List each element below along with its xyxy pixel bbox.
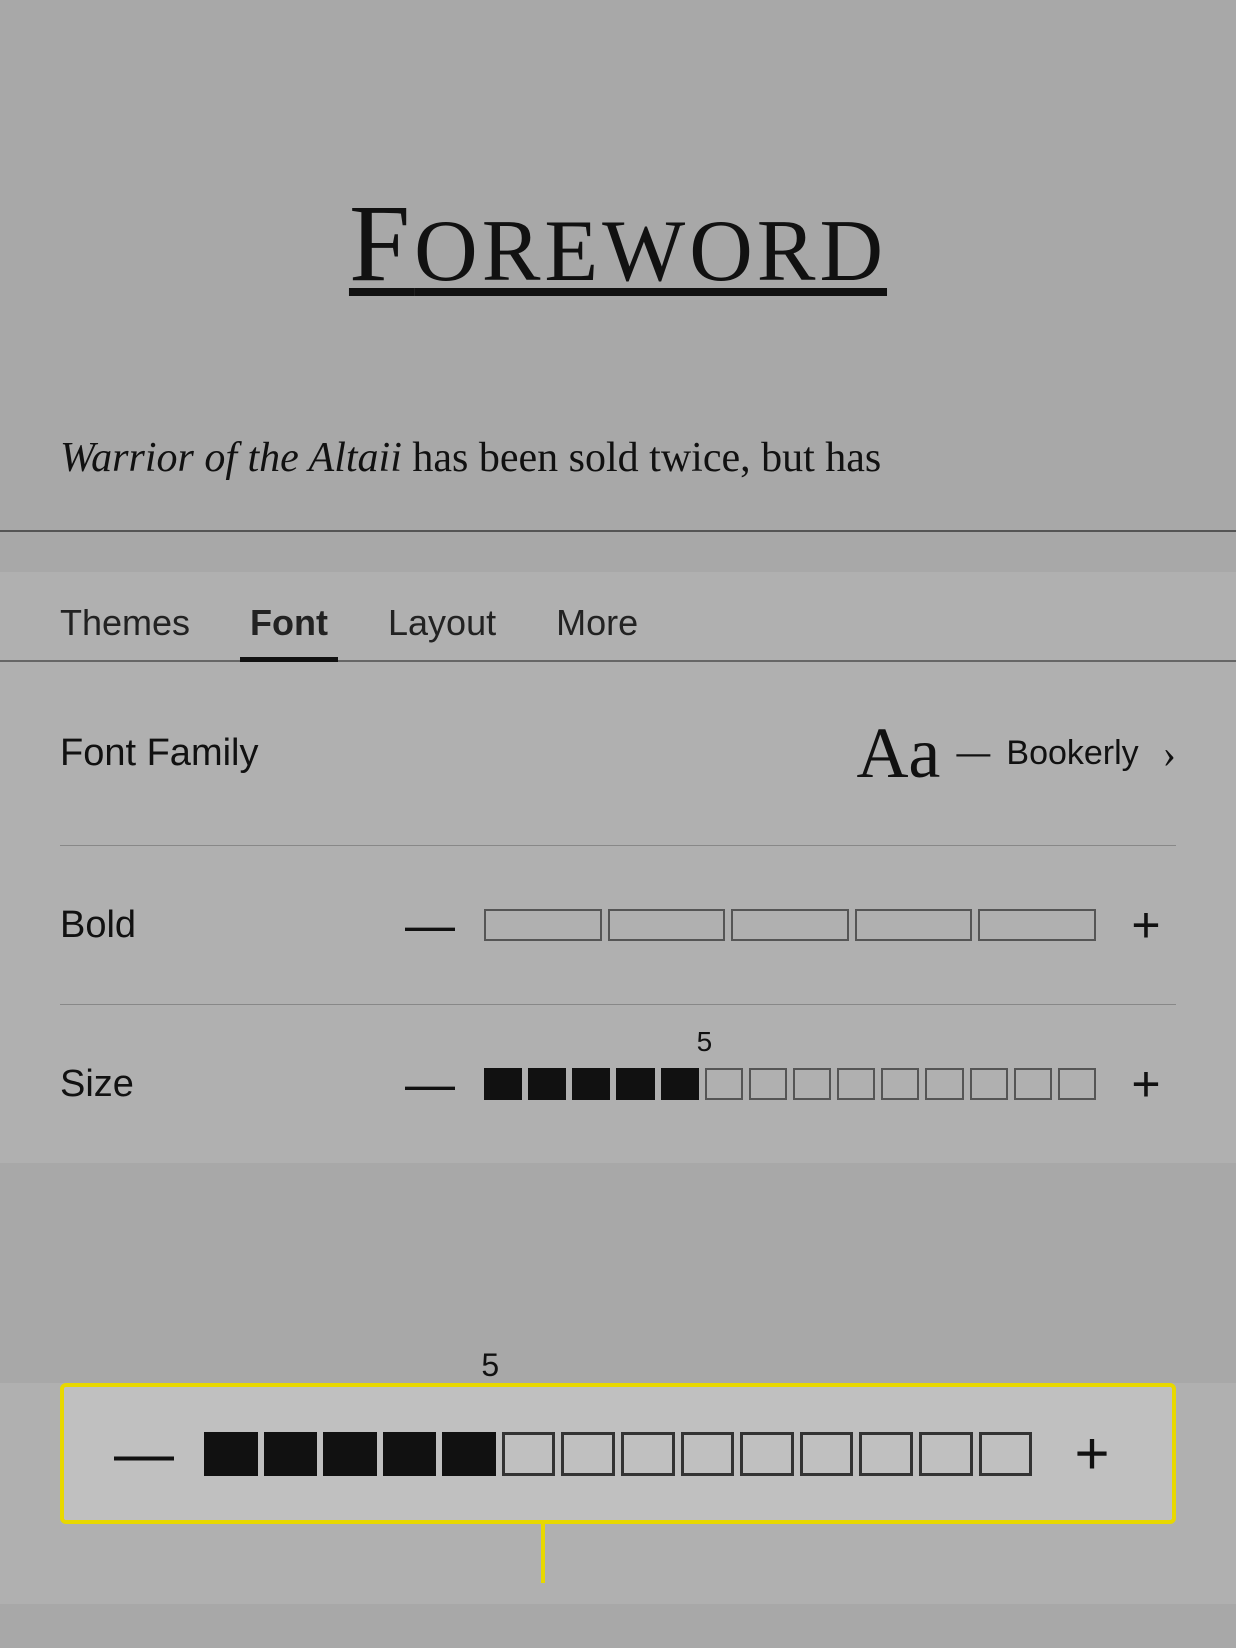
bold-seg-4 <box>855 909 973 941</box>
book-content-area: FOREWORD Warrior of the Altaii has been … <box>0 0 1236 572</box>
size-seg-13 <box>1014 1068 1052 1100</box>
bold-seg-1 <box>484 909 602 941</box>
zoom-slider-track[interactable] <box>204 1432 1032 1476</box>
zoom-seg-7 <box>561 1432 615 1476</box>
font-dash: — <box>956 734 990 773</box>
size-seg-10 <box>881 1068 919 1100</box>
bold-stepper: — + <box>280 896 1176 954</box>
tab-themes[interactable]: Themes <box>30 584 220 660</box>
bold-seg-3 <box>731 909 849 941</box>
zoom-seg-2 <box>264 1432 318 1476</box>
zoom-seg-9 <box>681 1432 735 1476</box>
size-seg-5 <box>661 1068 699 1100</box>
zoom-seg-14 <box>979 1432 1033 1476</box>
size-plus-button[interactable]: + <box>1116 1055 1176 1113</box>
zoom-seg-5 <box>442 1432 496 1476</box>
font-family-row: Font Family Aa — Bookerly › <box>60 662 1176 846</box>
bold-minus-button[interactable]: — <box>400 896 460 954</box>
size-value-label: 5 <box>697 1026 713 1058</box>
size-seg-11 <box>925 1068 963 1100</box>
zoom-seg-8 <box>621 1432 675 1476</box>
zoom-value-label: 5 <box>481 1347 499 1384</box>
size-seg-9 <box>837 1068 875 1100</box>
zoom-seg-13 <box>919 1432 973 1476</box>
size-seg-2 <box>528 1068 566 1100</box>
tab-font[interactable]: Font <box>220 584 358 660</box>
font-family-right: Aa — Bookerly › <box>856 712 1176 795</box>
bold-row: Bold — + <box>60 846 1176 1005</box>
zoom-seg-6 <box>502 1432 556 1476</box>
size-slider-container: 5 <box>484 1068 1096 1100</box>
zoom-seg-10 <box>740 1432 794 1476</box>
tab-more[interactable]: More <box>526 584 668 660</box>
zoom-seg-4 <box>383 1432 437 1476</box>
settings-panel: Font Family Aa — Bookerly › Bold — + Siz… <box>0 662 1236 1163</box>
zoom-plus-button[interactable]: + <box>1052 1419 1132 1488</box>
size-seg-1 <box>484 1068 522 1100</box>
size-slider-track[interactable] <box>484 1068 1096 1100</box>
bold-label: Bold <box>60 904 280 947</box>
size-seg-7 <box>749 1068 787 1100</box>
size-row: Size — 5 <box>60 1005 1176 1163</box>
tab-bar: Themes Font Layout More <box>0 572 1236 662</box>
size-seg-12 <box>970 1068 1008 1100</box>
font-preview: Aa <box>856 712 940 795</box>
size-seg-3 <box>572 1068 610 1100</box>
size-seg-6 <box>705 1068 743 1100</box>
zoom-seg-12 <box>859 1432 913 1476</box>
size-seg-4 <box>616 1068 654 1100</box>
zoom-box: 5 — + <box>60 1383 1176 1524</box>
size-label: Size <box>60 1063 280 1106</box>
font-name: Bookerly <box>1006 734 1138 773</box>
bold-seg-5 <box>978 909 1096 941</box>
bold-seg-2 <box>608 909 726 941</box>
bold-slider-track[interactable] <box>484 909 1096 941</box>
bold-plus-button[interactable]: + <box>1116 896 1176 954</box>
zoom-seg-3 <box>323 1432 377 1476</box>
size-seg-8 <box>793 1068 831 1100</box>
tab-layout[interactable]: Layout <box>358 584 526 660</box>
size-stepper: — 5 <box>280 1055 1176 1113</box>
book-title: FOREWORD <box>0 180 1236 307</box>
font-family-label: Font Family <box>60 732 280 775</box>
book-excerpt: Warrior of the Altaii has been sold twic… <box>0 427 1236 532</box>
zoom-seg-11 <box>800 1432 854 1476</box>
size-minus-button[interactable]: — <box>400 1055 460 1113</box>
zoom-minus-button[interactable]: — <box>104 1419 184 1488</box>
size-seg-14 <box>1058 1068 1096 1100</box>
font-family-chevron-icon[interactable]: › <box>1163 730 1176 777</box>
zoom-seg-1 <box>204 1432 258 1476</box>
